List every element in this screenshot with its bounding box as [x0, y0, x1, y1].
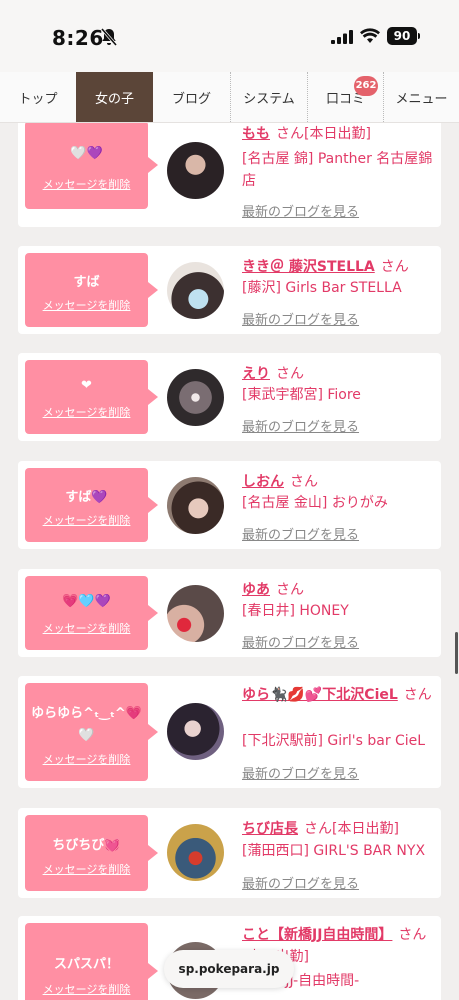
- message-card: ちびちび💓 メッセージを削除 ちび店長 さん[本日出勤] [蒲田西口] GIRL'…: [18, 808, 441, 898]
- girl-name-link[interactable]: ちび店長: [242, 821, 298, 837]
- girl-name-line: しおん さん: [242, 471, 318, 491]
- delete-message-link[interactable]: メッセージを削除: [25, 297, 148, 313]
- honorific: さん: [276, 366, 304, 382]
- shop-info: [名古屋 金山] おりがみ: [242, 495, 388, 511]
- work-status: [本日出勤]: [304, 126, 371, 142]
- girl-name-line: えり さん: [242, 363, 304, 383]
- latest-blog-link[interactable]: 最新のブログを見る: [242, 524, 359, 543]
- wifi-icon: [360, 28, 380, 43]
- latest-blog-link[interactable]: 最新のブログを見る: [242, 309, 359, 328]
- honorific: さん: [380, 259, 409, 275]
- shop-info: [藤沢] Girls Bar STELLA: [242, 280, 402, 296]
- signal-icon: [331, 30, 353, 44]
- clock: 8:26: [52, 26, 104, 50]
- tab-blog[interactable]: ブログ: [153, 72, 230, 122]
- work-status: [本日出勤]: [332, 821, 399, 837]
- girl-name-link[interactable]: ゆあ: [242, 582, 270, 598]
- shop-info: [東武宇都宮] Fiore: [242, 387, 361, 403]
- message-bubble: 🤍💜 メッセージを削除: [25, 123, 158, 209]
- message-card: ❤ メッセージを削除 えり さん [東武宇都宮] Fiore 最新のブログを見る: [18, 353, 441, 441]
- delete-message-link[interactable]: メッセージを削除: [25, 751, 148, 767]
- message-text: ちびちび💓: [52, 838, 121, 853]
- girl-name-link[interactable]: しおん: [242, 474, 284, 490]
- message-text: ❤: [81, 378, 92, 393]
- shop-info: [名古屋 錦] Panther 名古屋錦店: [242, 151, 433, 189]
- message-bubble: スパスパ！ メッセージを削除: [25, 923, 158, 1000]
- avatar[interactable]: [167, 703, 224, 760]
- honorific: さん: [276, 582, 304, 598]
- girl-name-line: ゆあ さん: [242, 579, 304, 599]
- latest-blog-link[interactable]: 最新のブログを見る: [242, 416, 359, 435]
- girl-name-link[interactable]: ゆら🐈‍⬛💋💕下北沢CieL: [242, 687, 398, 703]
- delete-message-link[interactable]: メッセージを削除: [25, 861, 148, 877]
- girl-name-link[interactable]: こと【新橋JJ自由時間】: [242, 927, 392, 943]
- battery-indicator: 90: [387, 27, 420, 45]
- latest-blog-link[interactable]: 最新のブログを見る: [242, 763, 359, 782]
- honorific: さん: [276, 126, 304, 142]
- message-list: 🤍💜 メッセージを削除 もも さん[本日出勤] [名古屋 錦] Panther 名…: [0, 123, 459, 1000]
- message-bubble: ❤ メッセージを削除: [25, 360, 158, 434]
- message-card: ゆらゆら^ₜ‿ₜ^💗🤍 メッセージを削除 ゆら🐈‍⬛💋💕下北沢CieL さん [下…: [18, 676, 441, 788]
- latest-blog-link[interactable]: 最新のブログを見る: [242, 632, 359, 651]
- message-text: 🤍💜: [70, 146, 103, 161]
- message-card: 🤍💜 メッセージを削除 もも さん[本日出勤] [名古屋 錦] Panther 名…: [18, 123, 441, 227]
- tab-system[interactable]: システム: [230, 72, 307, 122]
- honorific: さん: [290, 474, 318, 490]
- girl-name-line: ゆら🐈‍⬛💋💕下北沢CieL さん: [242, 684, 437, 706]
- message-bubble: ちびちび💓 メッセージを削除: [25, 815, 158, 891]
- message-bubble: 💗🩵💜 メッセージを削除: [25, 576, 158, 650]
- delete-message-link[interactable]: メッセージを削除: [25, 512, 148, 528]
- reviews-count-badge: 262: [354, 76, 378, 96]
- message-text: すば💜: [65, 490, 108, 505]
- shop-info: [蒲田西口] GIRL'S BAR NYX: [242, 843, 426, 859]
- message-card: すば💜 メッセージを削除 しおん さん [名古屋 金山] おりがみ 最新のブログを…: [18, 461, 441, 549]
- message-bubble: すば メッセージを削除: [25, 253, 158, 327]
- latest-blog-link[interactable]: 最新のブログを見る: [242, 873, 359, 892]
- honorific: さん: [403, 687, 432, 703]
- message-bubble: すば💜 メッセージを削除: [25, 468, 158, 542]
- girl-name-line: もも さん[本日出勤]: [242, 123, 371, 143]
- tab-top[interactable]: トップ: [0, 72, 76, 122]
- message-text: ゆらゆら^ₜ‿ₜ^💗🤍: [31, 706, 142, 743]
- shop-info: [下北沢駅前] Girl's bar CieL: [242, 733, 426, 749]
- girl-name-link[interactable]: もも: [242, 126, 270, 142]
- girl-name-link[interactable]: えり: [242, 366, 270, 382]
- delete-message-link[interactable]: メッセージを削除: [25, 176, 148, 192]
- avatar[interactable]: [167, 477, 224, 534]
- honorific: さん: [304, 821, 332, 837]
- message-card: すば メッセージを削除 きき＠ 藤沢STELLA さん [藤沢] Girls Ba…: [18, 246, 441, 334]
- girl-name-line: きき＠ 藤沢STELLA さん: [242, 256, 409, 276]
- avatar[interactable]: [167, 262, 224, 319]
- avatar[interactable]: [167, 585, 224, 642]
- tab-menu[interactable]: メニュー: [383, 72, 459, 122]
- delete-message-link[interactable]: メッセージを削除: [25, 981, 148, 997]
- delete-message-link[interactable]: メッセージを削除: [25, 620, 148, 636]
- avatar[interactable]: [167, 142, 224, 199]
- girl-name-line: ちび店長 さん[本日出勤]: [242, 818, 399, 838]
- girl-name-link[interactable]: きき＠ 藤沢STELLA: [242, 259, 375, 275]
- tab-girls[interactable]: 女の子: [76, 72, 153, 122]
- avatar[interactable]: [167, 369, 224, 426]
- shop-info: [春日井] HONEY: [242, 603, 349, 619]
- nav-tabs: トップ 女の子 ブログ システム 口コミ メニュー: [0, 72, 459, 123]
- bell-muted-icon: [100, 28, 118, 46]
- message-text: 💗🩵💜: [62, 594, 111, 609]
- url-bar[interactable]: sp.pokepara.jp: [164, 950, 294, 988]
- latest-blog-link[interactable]: 最新のブログを見る: [242, 201, 359, 220]
- avatar[interactable]: [167, 824, 224, 881]
- message-text: すば: [73, 275, 100, 290]
- status-bar: 8:26 90: [0, 0, 459, 72]
- message-bubble: ゆらゆら^ₜ‿ₜ^💗🤍 メッセージを削除: [25, 683, 158, 781]
- message-card: 💗🩵💜 メッセージを削除 ゆあ さん [春日井] HONEY 最新のブログを見る: [18, 569, 441, 657]
- delete-message-link[interactable]: メッセージを削除: [25, 404, 148, 420]
- honorific: さん: [398, 927, 427, 943]
- scrollbar[interactable]: [455, 632, 458, 674]
- message-text: スパスパ！: [53, 957, 119, 972]
